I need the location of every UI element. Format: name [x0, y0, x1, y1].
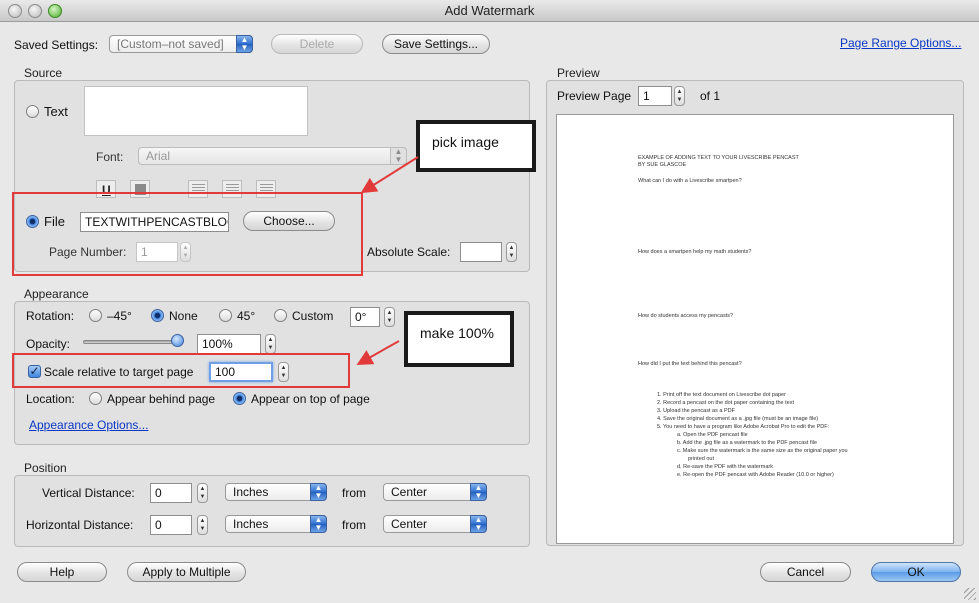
cancel-button[interactable]: Cancel — [760, 562, 851, 582]
resize-grip-icon[interactable] — [964, 588, 976, 600]
annotation-arrows — [356, 156, 419, 365]
arrow-pick-image — [360, 156, 419, 194]
arrow-make-100 — [356, 340, 400, 365]
apply-to-multiple-button[interactable]: Apply to Multiple — [127, 562, 246, 582]
help-button[interactable]: Help — [17, 562, 107, 582]
ok-button[interactable]: OK — [871, 562, 961, 582]
